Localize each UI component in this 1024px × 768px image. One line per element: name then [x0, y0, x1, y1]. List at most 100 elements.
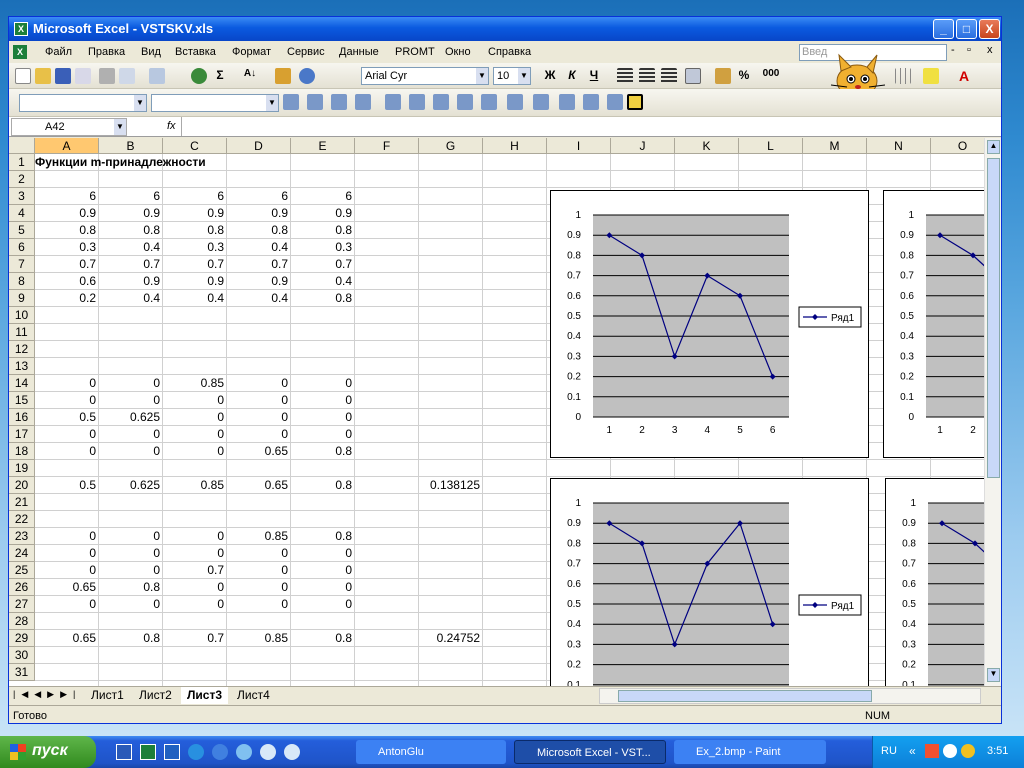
cell[interactable]: 0: [291, 392, 355, 409]
open-icon[interactable]: [35, 68, 51, 84]
cell[interactable]: 6: [227, 188, 291, 205]
cell[interactable]: 0.8: [291, 528, 355, 545]
cell[interactable]: 0.8: [227, 222, 291, 239]
tray-chevron-icon[interactable]: «: [909, 744, 916, 758]
doc-icon[interactable]: X: [13, 45, 27, 59]
tool-icon-active[interactable]: [627, 94, 643, 110]
cell[interactable]: 0.9: [163, 273, 227, 290]
tray-icon-3[interactable]: [961, 744, 975, 758]
column-header[interactable]: N: [867, 138, 931, 154]
tool-icon-9[interactable]: [481, 94, 497, 110]
menu-promt[interactable]: PROMT: [395, 46, 435, 58]
cell[interactable]: 0.9: [99, 205, 163, 222]
cell[interactable]: 0.9: [35, 205, 99, 222]
cell[interactable]: 0.5: [35, 409, 99, 426]
tab-sheet3[interactable]: Лист3: [181, 687, 229, 704]
cell[interactable]: 0.8: [99, 630, 163, 647]
column-header[interactable]: A: [35, 138, 99, 154]
cell[interactable]: 0.8: [163, 222, 227, 239]
column-header[interactable]: D: [227, 138, 291, 154]
menu-insert[interactable]: Вставка: [175, 46, 216, 58]
help-icon[interactable]: [299, 68, 315, 84]
row-header[interactable]: 15: [9, 392, 35, 409]
doc-restore-button[interactable]: ▫: [967, 44, 971, 56]
align-right-icon[interactable]: [661, 68, 677, 84]
tool-icon-4[interactable]: [355, 94, 371, 110]
quicklaunch-icon-6[interactable]: [236, 744, 252, 760]
row-header[interactable]: 12: [9, 341, 35, 358]
cell[interactable]: 0.7: [99, 256, 163, 273]
task-excel[interactable]: Microsoft Excel - VST...: [514, 740, 666, 764]
cell[interactable]: 0.625: [99, 477, 163, 494]
scroll-down-icon[interactable]: ▼: [987, 668, 1000, 682]
row-header[interactable]: 3: [9, 188, 35, 205]
row-header[interactable]: 13: [9, 358, 35, 375]
print-icon[interactable]: [99, 68, 115, 84]
cell[interactable]: 0.8: [99, 579, 163, 596]
cell[interactable]: 0.8: [291, 443, 355, 460]
cell[interactable]: 0: [227, 545, 291, 562]
formula-input[interactable]: [181, 117, 1001, 136]
cell[interactable]: 0: [99, 528, 163, 545]
tool-icon-10[interactable]: [507, 94, 523, 110]
tab-sheet2[interactable]: Лист2: [133, 687, 178, 704]
cell[interactable]: 0: [227, 562, 291, 579]
row-header[interactable]: 30: [9, 647, 35, 664]
cell[interactable]: 0.8: [99, 222, 163, 239]
cell[interactable]: 0: [227, 392, 291, 409]
select-all-corner[interactable]: [9, 138, 35, 154]
italic-button[interactable]: К: [563, 68, 581, 82]
cell[interactable]: 0: [35, 443, 99, 460]
sort-icon[interactable]: A↓: [241, 68, 259, 79]
maximize-button[interactable]: □: [956, 19, 977, 39]
row-header[interactable]: 2: [9, 171, 35, 188]
row-header[interactable]: 28: [9, 613, 35, 630]
cell[interactable]: 0.85: [227, 630, 291, 647]
cell[interactable]: 0: [163, 392, 227, 409]
cell[interactable]: 0: [35, 545, 99, 562]
cell[interactable]: 0.9: [291, 205, 355, 222]
tool-icon-3[interactable]: [331, 94, 347, 110]
row-header[interactable]: 19: [9, 460, 35, 477]
cell[interactable]: 0: [99, 426, 163, 443]
column-header[interactable]: F: [355, 138, 419, 154]
column-header[interactable]: J: [611, 138, 675, 154]
row-header[interactable]: 9: [9, 290, 35, 307]
tool-icon-2[interactable]: [307, 94, 323, 110]
cell[interactable]: 0: [163, 443, 227, 460]
save-icon[interactable]: [55, 68, 71, 84]
minimize-button[interactable]: _: [933, 19, 954, 39]
print-preview-icon[interactable]: [119, 68, 135, 84]
cell[interactable]: 0.3: [163, 239, 227, 256]
cell[interactable]: 0: [163, 596, 227, 613]
fx-icon[interactable]: fx: [167, 120, 176, 132]
tab-nav-arrows-icon[interactable]: |◀◀▶▶|: [13, 689, 81, 700]
h-scroll-thumb[interactable]: [618, 690, 872, 702]
task-antonglu[interactable]: AntonGlu: [356, 740, 506, 764]
row-header[interactable]: 7: [9, 256, 35, 273]
menu-format[interactable]: Формат: [232, 46, 271, 58]
tool-icon-6[interactable]: [409, 94, 425, 110]
column-header[interactable]: C: [163, 138, 227, 154]
quicklaunch-icon-1[interactable]: [116, 744, 132, 760]
row-header[interactable]: 20: [9, 477, 35, 494]
tray-icon-1[interactable]: [925, 744, 939, 758]
cell[interactable]: 0.2: [35, 290, 99, 307]
cell[interactable]: 0.3: [291, 239, 355, 256]
quicklaunch-excel-icon[interactable]: [140, 744, 156, 760]
align-left-icon[interactable]: [617, 68, 633, 84]
chart-wizard-icon[interactable]: [275, 68, 291, 84]
scroll-thumb[interactable]: [987, 158, 1000, 478]
row-header[interactable]: 4: [9, 205, 35, 222]
cell[interactable]: 6: [163, 188, 227, 205]
row-header[interactable]: 5: [9, 222, 35, 239]
undo-icon[interactable]: [149, 68, 165, 84]
tool-icon-8[interactable]: [457, 94, 473, 110]
language-indicator[interactable]: RU: [881, 745, 897, 757]
cell[interactable]: 0: [35, 426, 99, 443]
row-header[interactable]: 11: [9, 324, 35, 341]
column-header[interactable]: I: [547, 138, 611, 154]
column-header[interactable]: M: [803, 138, 867, 154]
column-header[interactable]: O: [931, 138, 985, 154]
thousands-button[interactable]: 000: [759, 68, 783, 79]
